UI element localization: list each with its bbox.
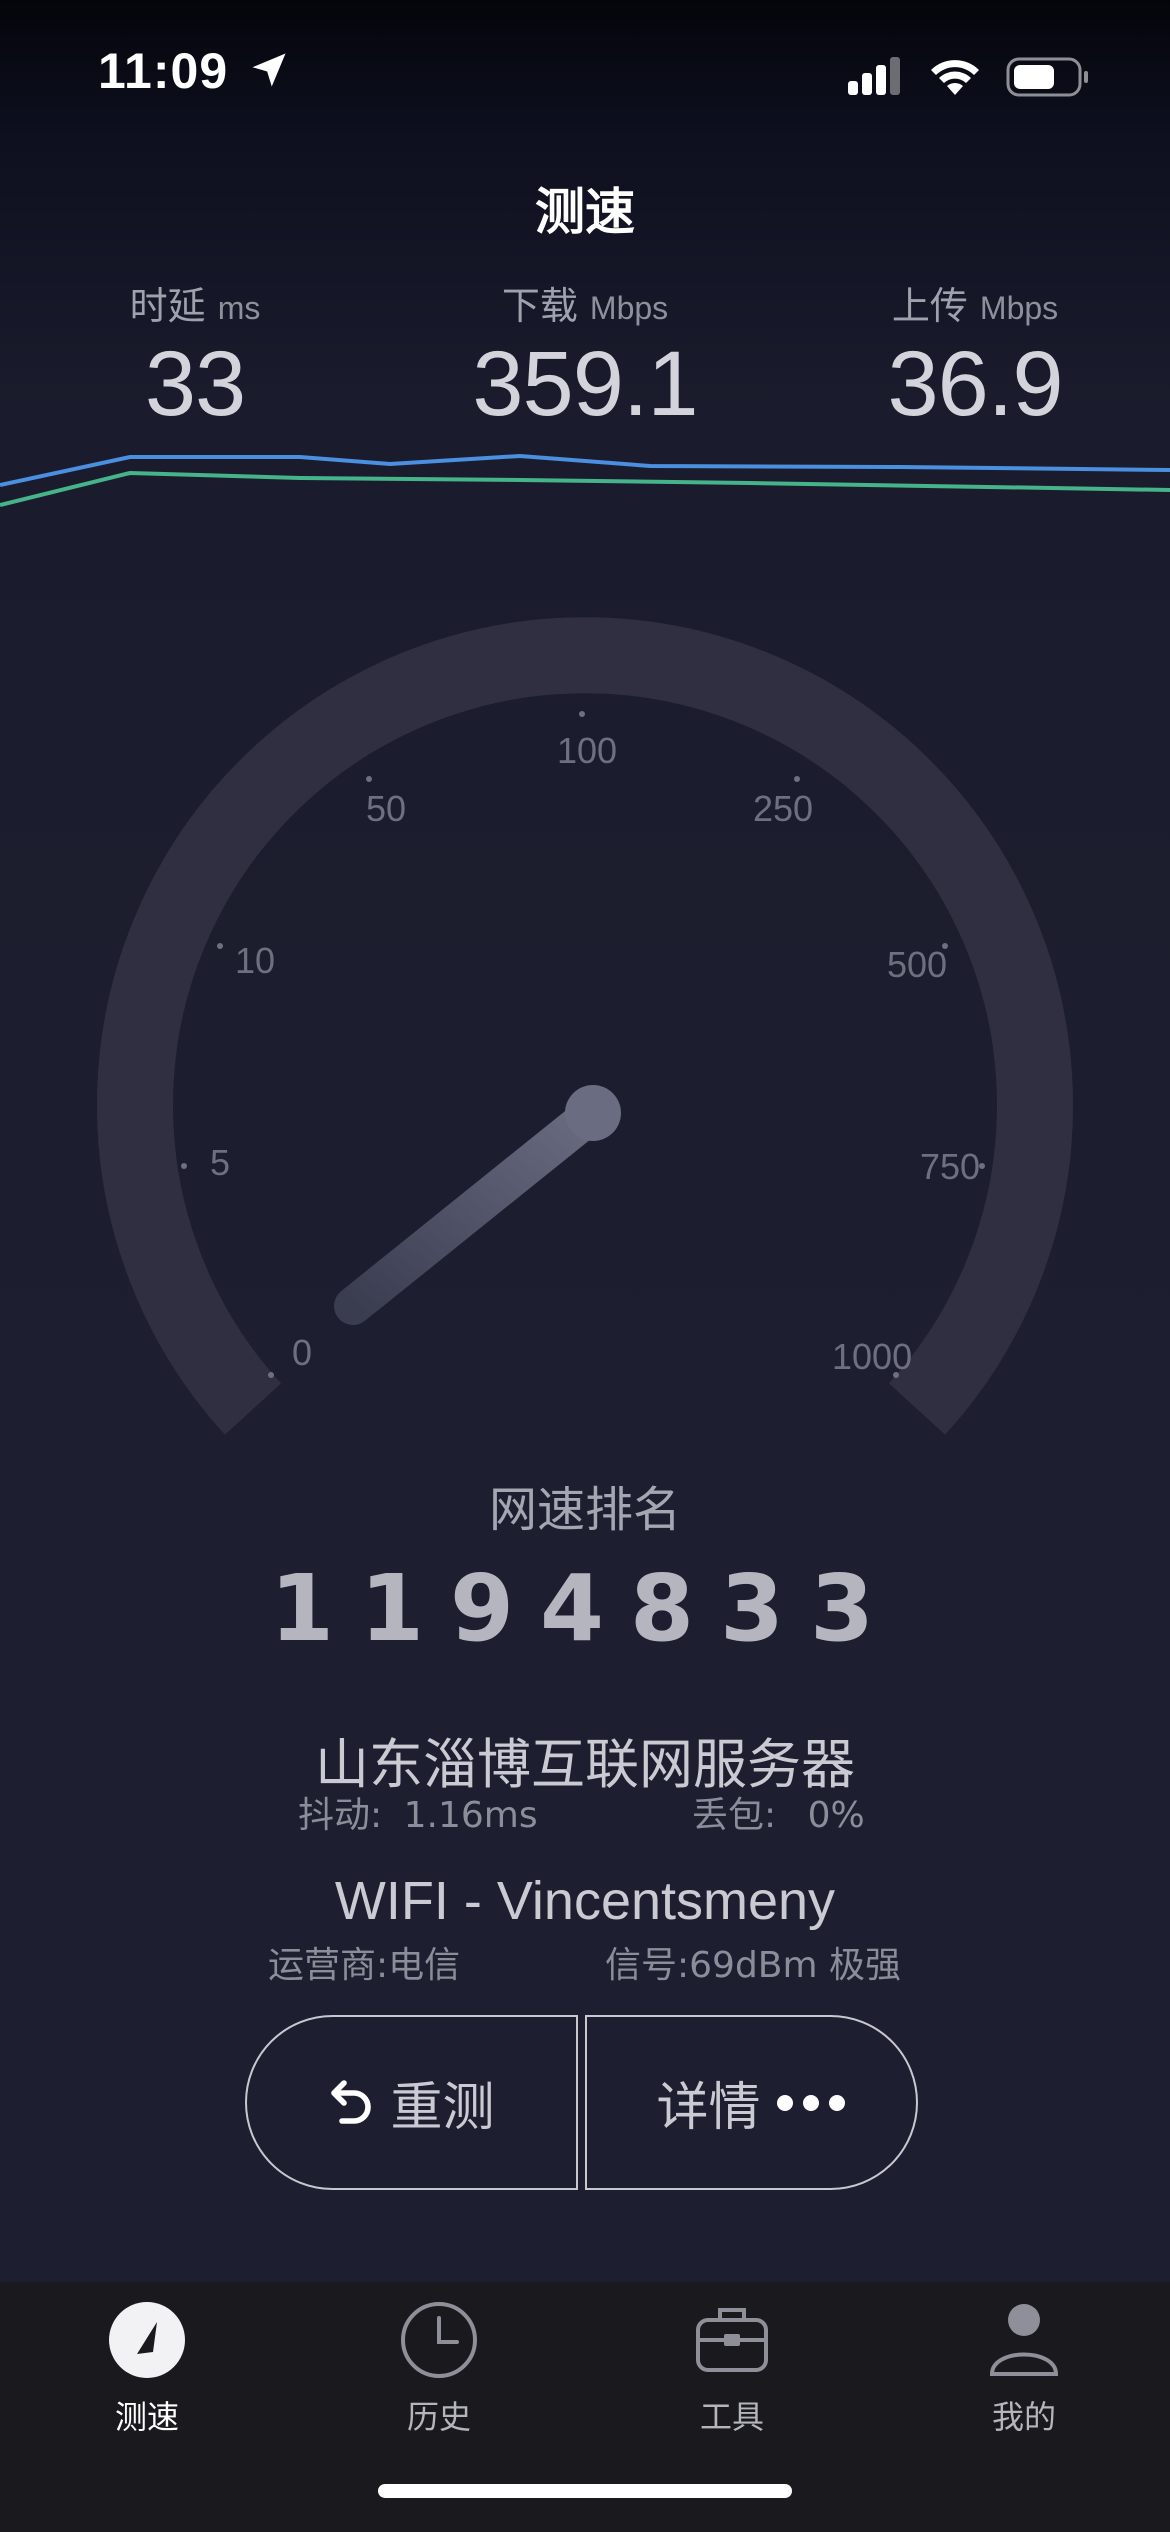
- gauge-tick-label: 0: [292, 1332, 313, 1373]
- upload-value: 36.9: [887, 333, 1063, 435]
- tab-tools[interactable]: 工具: [632, 2300, 832, 2438]
- jitter-value: 1.16ms: [403, 1795, 538, 1836]
- jitter: 抖动: 1.16ms: [298, 1786, 538, 1838]
- home-indicator[interactable]: [378, 2484, 792, 2498]
- tab-label: 工具: [699, 2398, 764, 2436]
- cellular-signal-icon: [848, 57, 900, 95]
- retest-button[interactable]: 重测: [245, 2015, 578, 2190]
- wifi-icon: [931, 60, 979, 95]
- gauge-tick-label: 250: [753, 788, 814, 829]
- tab-label: 历史: [406, 2398, 471, 2436]
- gauge-tick-label: 100: [557, 730, 618, 771]
- packet-loss-value: 0%: [807, 1795, 865, 1836]
- speedometer-icon: [109, 2302, 185, 2378]
- rank-label: 网速排名: [488, 1482, 681, 1538]
- details-button[interactable]: 详情: [585, 2015, 918, 2190]
- network-name: WIFI - Vincentsmeny: [334, 1871, 836, 1931]
- packet-loss-label: 丢包:: [692, 1795, 777, 1836]
- latency-value: 33: [144, 333, 246, 435]
- packet-loss: 丢包: 0%: [692, 1786, 865, 1838]
- gauge-tick-label: 1000: [832, 1336, 913, 1377]
- undo-icon: [331, 2079, 372, 2124]
- jitter-label: 抖动:: [298, 1795, 383, 1836]
- server-name: 山东淄博互联网服务器: [315, 1733, 855, 1796]
- download-label: 下载 Mbps: [501, 284, 669, 328]
- retest-label: 重测: [390, 2078, 495, 2138]
- status-time: 11:09: [98, 42, 291, 100]
- signal-strength: 信号:69dBm 极强: [605, 1945, 901, 1986]
- upload-label: 上传 Mbps: [891, 284, 1059, 328]
- more-dots-icon: [776, 2094, 845, 2111]
- page-title: 测速: [535, 183, 635, 241]
- battery-icon: [1006, 57, 1088, 97]
- gauge-tick-label: 10: [235, 940, 276, 981]
- tab-history[interactable]: 历史: [339, 2300, 539, 2438]
- tab-speedtest[interactable]: 测速: [47, 2300, 247, 2438]
- location-arrow-icon: [252, 53, 286, 87]
- speed-graph: [0, 453, 1170, 507]
- person-icon: [989, 2304, 1059, 2376]
- upload-metric: 上传 Mbps 36.9: [780, 275, 1170, 437]
- tab-label: 测速: [114, 2398, 179, 2436]
- gauge-tick-label: 50: [366, 788, 407, 829]
- latency-metric: 时延 ms 33: [0, 275, 390, 437]
- gauge-tick-label: 5: [210, 1142, 231, 1183]
- tab-profile[interactable]: 我的: [924, 2300, 1124, 2438]
- carrier: 运营商:电信: [268, 1945, 461, 1986]
- gauge-needle: [334, 1085, 621, 1325]
- gauge-tick-label: 750: [920, 1146, 981, 1187]
- gauge-tick-label: 500: [887, 944, 948, 985]
- toolbox-icon: [696, 2308, 768, 2372]
- upload-line: [0, 470, 1170, 507]
- tab-label: 我的: [991, 2398, 1056, 2436]
- clock-icon: [401, 2302, 477, 2378]
- details-label: 详情: [656, 2078, 761, 2138]
- rank-value: 1194833: [269, 1555, 901, 1662]
- latency-label: 时延 ms: [129, 284, 261, 328]
- download-value: 359.1: [472, 333, 698, 435]
- download-metric: 下载 Mbps 359.1: [390, 275, 780, 437]
- status-icons: [846, 52, 1090, 102]
